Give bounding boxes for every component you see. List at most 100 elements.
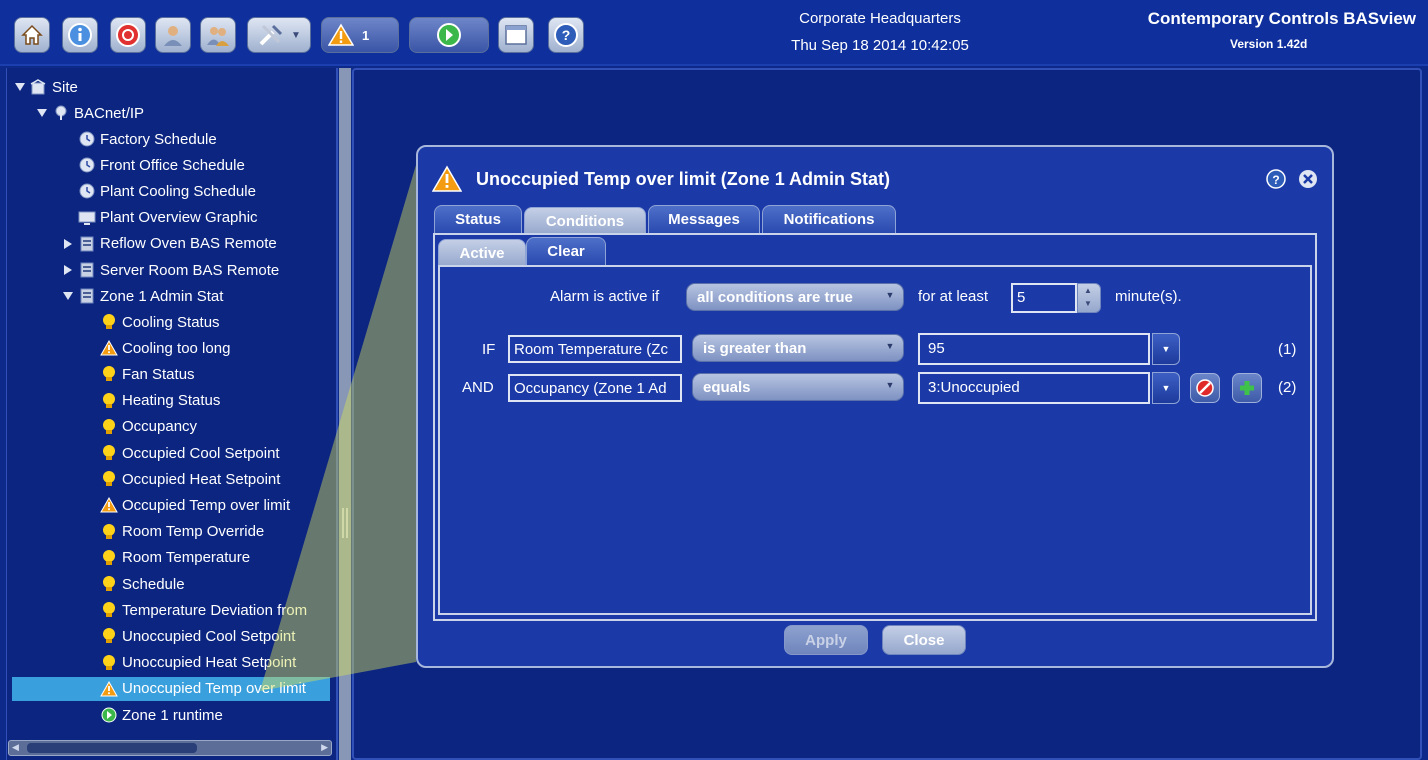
chevron-up-icon[interactable]: ▲ bbox=[1084, 286, 1092, 295]
close-icon[interactable] bbox=[1298, 169, 1318, 189]
condition-value-combo[interactable]: 3:Unoccupied ▼ bbox=[918, 372, 1180, 404]
condition-joiner: AND bbox=[462, 379, 494, 396]
close-button[interactable]: Close bbox=[882, 625, 966, 655]
panel-splitter[interactable] bbox=[339, 68, 351, 760]
tree-item-label: Cooling too long bbox=[122, 339, 231, 357]
expand-arrow-icon[interactable] bbox=[14, 81, 26, 93]
tree-item[interactable]: Unoccupied Cool Setpoint bbox=[100, 624, 295, 648]
tree-item-label: Reflow Oven BAS Remote bbox=[100, 235, 277, 253]
add-condition-button[interactable] bbox=[1232, 373, 1262, 403]
expand-arrow-icon[interactable] bbox=[36, 107, 48, 119]
condition-object-input[interactable]: Occupancy (Zone 1 Ad bbox=[508, 374, 682, 402]
tab-notifications[interactable]: Notifications bbox=[762, 205, 896, 233]
tree-item[interactable]: Front Office Schedule bbox=[78, 153, 245, 177]
tree-item[interactable]: Cooling Status bbox=[100, 310, 220, 334]
tree-item[interactable]: Occupancy bbox=[100, 415, 197, 439]
condition-value-combo[interactable]: 95 ▼ bbox=[918, 333, 1180, 365]
bulb-icon bbox=[100, 470, 118, 488]
tree-item[interactable]: Room Temp Override bbox=[100, 520, 264, 544]
device-icon bbox=[78, 235, 96, 253]
brand-name: Contemporary Controls BASview bbox=[1147, 9, 1416, 28]
tree-item[interactable]: Schedule bbox=[100, 572, 185, 596]
alarms-count-button[interactable]: 1 bbox=[321, 17, 399, 53]
expand-arrow-icon[interactable] bbox=[62, 290, 74, 302]
tree-item[interactable]: Room Temperature bbox=[100, 546, 250, 570]
alarm-bell-icon bbox=[116, 23, 140, 47]
tree-item[interactable]: Occupied Cool Setpoint bbox=[100, 441, 280, 465]
svg-text:?: ? bbox=[1272, 173, 1279, 187]
tree-item[interactable]: Occupied Temp over limit bbox=[100, 493, 290, 517]
scrollbar-thumb[interactable] bbox=[27, 743, 197, 753]
tree-item[interactable]: Temperature Deviation from bbox=[100, 598, 307, 622]
tree-item[interactable]: Cooling too long bbox=[100, 336, 230, 360]
tree-item[interactable]: Heating Status bbox=[100, 389, 220, 413]
tree-item-label: Fan Status bbox=[122, 365, 195, 383]
tree-item[interactable]: Site bbox=[14, 75, 78, 99]
help-icon[interactable]: ? bbox=[1266, 169, 1286, 189]
tree-item[interactable]: Factory Schedule bbox=[78, 127, 217, 151]
remove-condition-button[interactable] bbox=[1190, 373, 1220, 403]
minutes-stepper[interactable]: ▲ ▼ bbox=[1077, 283, 1101, 313]
tree-item[interactable]: Zone 1 Admin Stat bbox=[62, 284, 223, 308]
tree-item-label: Occupied Heat Setpoint bbox=[122, 470, 281, 488]
tree-horizontal-scrollbar[interactable]: ◀ ▶ bbox=[8, 740, 332, 756]
chevron-down-icon: ▼ bbox=[885, 341, 895, 351]
apply-button[interactable]: Apply bbox=[784, 625, 868, 655]
users-icon bbox=[207, 27, 229, 46]
tree-item-label: Plant Overview Graphic bbox=[100, 209, 258, 227]
help-icon: ? bbox=[554, 23, 578, 47]
tree-item[interactable]: Reflow Oven BAS Remote bbox=[62, 232, 277, 256]
help-button[interactable]: ? bbox=[548, 17, 584, 53]
tree-item[interactable]: Unoccupied Temp over limit bbox=[12, 676, 330, 701]
info-button[interactable] bbox=[62, 17, 98, 53]
alarm-button[interactable] bbox=[110, 17, 146, 53]
chevron-down-icon[interactable]: ▼ bbox=[1152, 333, 1180, 365]
tree-item-label: Factory Schedule bbox=[100, 130, 217, 148]
condition-object-input[interactable]: Room Temperature (Zc bbox=[508, 335, 682, 363]
subtab-active[interactable]: Active bbox=[438, 239, 526, 267]
bulb-icon bbox=[100, 627, 118, 645]
collapse-arrow-icon[interactable] bbox=[62, 238, 74, 250]
tab-conditions[interactable]: Conditions bbox=[524, 207, 646, 235]
chevron-down-icon: ▼ bbox=[885, 290, 895, 300]
tree-item[interactable]: Plant Overview Graphic bbox=[78, 206, 258, 230]
chevron-down-icon[interactable]: ▼ bbox=[1084, 299, 1092, 308]
tree-item[interactable]: Server Room BAS Remote bbox=[62, 258, 279, 282]
subtab-clear[interactable]: Clear bbox=[526, 237, 606, 265]
scroll-right-icon[interactable]: ▶ bbox=[321, 742, 328, 753]
operator-value: equals bbox=[703, 379, 751, 396]
scroll-left-icon[interactable]: ◀ bbox=[12, 742, 19, 753]
tree-item[interactable]: Unoccupied Heat Setpoint bbox=[100, 651, 296, 675]
tree-item-label: Room Temperature bbox=[122, 549, 251, 567]
minutes-input[interactable]: 5 bbox=[1011, 283, 1077, 313]
tab-messages[interactable]: Messages bbox=[648, 205, 760, 233]
tree-item[interactable]: BACnet/IP bbox=[36, 101, 144, 125]
condition-mode-select[interactable]: all conditions are true ▼ bbox=[686, 283, 904, 311]
info-icon bbox=[68, 23, 92, 47]
users-button[interactable] bbox=[200, 17, 236, 53]
window-button[interactable] bbox=[498, 17, 534, 53]
device-icon bbox=[78, 261, 96, 279]
tree-item-label: Server Room BAS Remote bbox=[100, 261, 280, 279]
condition-operator-select[interactable]: equals ▼ bbox=[692, 373, 904, 401]
bulb-icon bbox=[100, 654, 118, 672]
tab-status[interactable]: Status bbox=[434, 205, 522, 233]
home-button[interactable] bbox=[14, 17, 50, 53]
condition-operator-select[interactable]: is greater than ▼ bbox=[692, 334, 904, 362]
remove-icon bbox=[1196, 379, 1214, 397]
tree-item-label: Unoccupied Heat Setpoint bbox=[122, 654, 297, 672]
tree-item[interactable]: Occupied Heat Setpoint bbox=[100, 467, 280, 491]
collapse-arrow-icon[interactable] bbox=[62, 264, 74, 276]
splitter-grip[interactable] bbox=[342, 508, 348, 538]
tree-item[interactable]: Zone 1 runtime bbox=[100, 703, 223, 727]
chevron-down-icon[interactable]: ▼ bbox=[1152, 372, 1180, 404]
user-button[interactable] bbox=[155, 17, 191, 53]
tree-item-label: Zone 1 Admin Stat bbox=[100, 287, 224, 305]
tree-item[interactable]: Plant Cooling Schedule bbox=[78, 179, 256, 203]
tree-item[interactable]: Fan Status bbox=[100, 362, 195, 386]
condition-value[interactable]: 3:Unoccupied bbox=[918, 372, 1150, 404]
condition-mode-value: all conditions are true bbox=[697, 289, 853, 306]
runtime-button[interactable] bbox=[409, 17, 489, 53]
tools-menu-button[interactable]: ▼ bbox=[247, 17, 311, 53]
condition-value[interactable]: 95 bbox=[918, 333, 1150, 365]
